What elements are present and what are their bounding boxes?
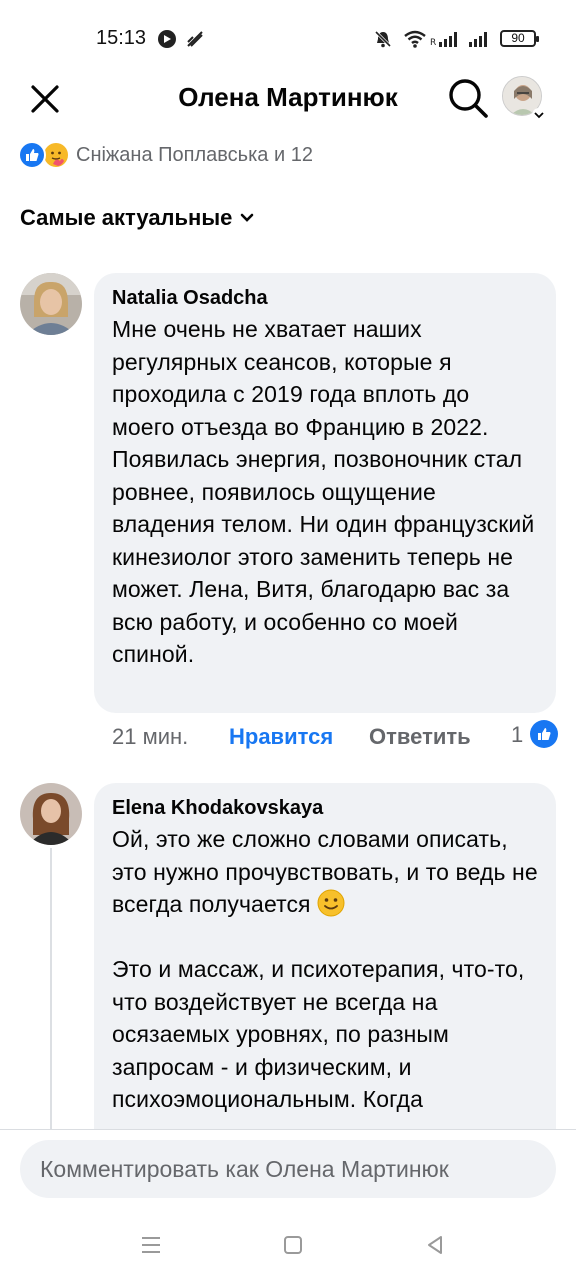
like-button[interactable]: Нравится	[229, 724, 333, 750]
comment-author[interactable]: Natalia Osadcha	[112, 285, 538, 311]
comment-bubble: Natalia Osadcha Мне очень не хватает наш…	[94, 273, 556, 713]
like-reaction-icon[interactable]	[530, 720, 558, 748]
comment-input[interactable]	[20, 1140, 556, 1198]
status-time: 15:13	[96, 27, 147, 49]
avatar[interactable]	[20, 783, 82, 845]
search-button[interactable]	[446, 76, 490, 120]
smile-emoji-icon	[317, 889, 345, 917]
reactions-text: Сніжана Поплавська и 12	[76, 143, 313, 166]
comment-author[interactable]: Elena Khodakovskaya	[112, 795, 538, 821]
reactions-summary[interactable]: Сніжана Поплавська и 12	[18, 140, 313, 170]
record-icon	[156, 29, 178, 49]
search-icon	[449, 79, 488, 118]
sort-selector[interactable]: Самые актуальные	[20, 205, 256, 231]
sort-label: Самые актуальные	[20, 205, 233, 230]
svg-text:R: R	[430, 38, 436, 48]
back-icon	[428, 1236, 442, 1254]
location-icon	[184, 29, 206, 49]
comment-text: Ой, это же сложно словами описать, это н…	[112, 823, 538, 1116]
avatar[interactable]	[20, 273, 82, 335]
chevron-down-icon	[532, 108, 546, 122]
signal-icon-1: R	[430, 29, 462, 49]
comment-text-part: Это и массаж, и психотерапия, что-то, чт…	[112, 956, 525, 1112]
menu-icon	[142, 1237, 160, 1253]
like-reaction-icon	[18, 141, 46, 169]
signal-icon-2	[466, 29, 492, 49]
care-reaction-icon	[42, 141, 70, 169]
navigation-bar	[0, 1210, 576, 1280]
comment-composer	[0, 1130, 576, 1210]
comment-text: Мне очень не хватает наших регулярных се…	[112, 316, 535, 667]
comment-time: 21 мин.	[112, 724, 189, 749]
profile-menu-button[interactable]	[502, 76, 548, 122]
reaction-count[interactable]: 1	[511, 722, 523, 748]
comment-actions: 21 мин. Нравится Ответить 1	[112, 720, 558, 754]
back-button[interactable]	[422, 1232, 448, 1258]
header: Олена Мартинюк	[0, 70, 576, 126]
reaction-icons	[18, 141, 74, 169]
reply-button[interactable]: Ответить	[369, 724, 471, 750]
menu-button[interactable]	[138, 1232, 164, 1258]
wifi-icon	[402, 29, 428, 49]
chevron-down-icon	[240, 210, 256, 226]
status-bar: 15:13 R 90	[0, 0, 576, 78]
home-button[interactable]	[280, 1232, 306, 1258]
home-icon	[284, 1236, 302, 1254]
comment-bubble: Elena Khodakovskaya Ой, это же сложно сл…	[94, 783, 556, 1163]
thread-line	[50, 848, 52, 1138]
battery-indicator: 90	[500, 30, 539, 47]
mute-icon	[372, 29, 394, 49]
